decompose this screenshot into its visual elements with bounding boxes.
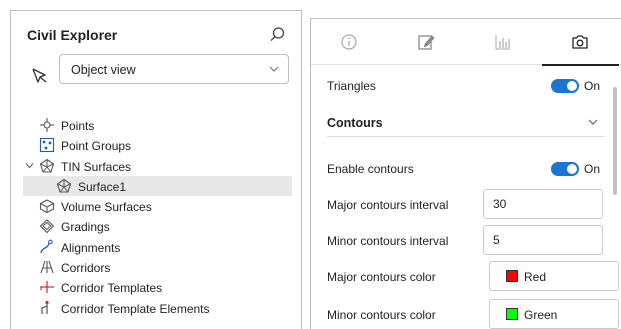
minor-color-picker[interactable]: Green (489, 299, 619, 329)
major-color-picker[interactable]: Red (489, 261, 619, 291)
minor-interval-label: Minor contours interval (327, 234, 449, 248)
tree-item-label: Volume Surfaces (61, 200, 152, 215)
tree-item[interactable]: Gradings (11, 216, 301, 236)
properties-panel: Triangles On Contours Enable contours On… (310, 18, 621, 329)
camera-icon (572, 35, 588, 49)
chevron-down-icon[interactable] (24, 160, 35, 171)
tab-info[interactable] (311, 19, 388, 65)
search-button[interactable] (267, 25, 287, 45)
view-mode-value: Object view (71, 63, 136, 77)
alignments-icon (40, 239, 53, 253)
tab-edit[interactable] (388, 19, 465, 65)
tree-item[interactable]: Points (11, 115, 301, 135)
color-swatch (506, 308, 518, 320)
edit-icon (418, 35, 435, 50)
major-color-label: Major contours color (327, 270, 436, 284)
surface-icon (56, 178, 72, 193)
search-icon (270, 27, 285, 41)
volume-surfaces-icon (39, 199, 55, 214)
tree-item-label: Corridor Templates (61, 281, 163, 296)
enable-contours-label: Enable contours (327, 162, 414, 176)
enable-contours-toggle[interactable] (551, 162, 579, 176)
tree-item[interactable]: Surface1 (23, 175, 292, 197)
tree-item[interactable]: Corridors (11, 257, 301, 277)
tree-item[interactable]: Corridor Template Elements (11, 298, 301, 318)
selection-cursor-icon[interactable] (31, 67, 49, 85)
tree-item[interactable]: Point Groups (11, 135, 301, 155)
tree-item-label: Points (61, 119, 95, 133)
tree-item[interactable]: Alignments (11, 237, 301, 257)
tab-statistics[interactable] (465, 19, 542, 65)
view-mode-select[interactable]: Object view (59, 54, 289, 84)
tree-item-label: Gradings (61, 220, 110, 235)
tab-display[interactable] (542, 19, 619, 66)
tree-item-label: Surface1 (78, 179, 127, 194)
major-color-name: Red (524, 270, 547, 284)
panel-title: Civil Explorer (27, 27, 118, 43)
corridor-template-elements-icon (41, 300, 49, 314)
triangles-label: Triangles (327, 79, 376, 93)
tree-item-label: TIN Surfaces (61, 159, 132, 174)
points-icon (40, 118, 54, 132)
tree-item[interactable]: TIN Surfaces (11, 156, 301, 176)
tree-item-label: Corridors (61, 261, 111, 276)
gradings-icon (39, 219, 55, 234)
triangles-toggle-text: On (584, 79, 601, 93)
tree-item[interactable]: Corridor Templates (11, 277, 301, 297)
civil-explorer-panel: Civil Explorer Object view Points Point G… (10, 10, 302, 329)
triangles-toggle[interactable] (551, 79, 579, 93)
corridors-icon (40, 260, 54, 274)
color-swatch (506, 270, 518, 282)
corridor-templates-icon (40, 281, 54, 294)
tree-item[interactable]: Volume Surfaces (11, 196, 301, 216)
bar-chart-icon (495, 35, 510, 50)
section-divider (327, 136, 605, 137)
minor-interval-input[interactable] (483, 225, 603, 255)
tree-item-label: Alignments (61, 240, 121, 255)
chevron-down-icon[interactable] (587, 116, 599, 128)
tin-surfaces-icon (39, 158, 55, 173)
minor-color-name: Green (524, 308, 558, 322)
tree-item-label: Corridor Template Elements (61, 301, 210, 316)
properties-tabs (311, 19, 621, 66)
enable-contours-toggle-text: On (584, 162, 601, 176)
minor-color-label: Minor contours color (327, 308, 436, 322)
chevron-down-icon (269, 66, 279, 72)
scrollbar-thumb[interactable] (613, 87, 617, 195)
tree-item-label: Point Groups (61, 139, 132, 154)
info-icon (341, 34, 357, 50)
major-interval-label: Major contours interval (327, 198, 449, 212)
major-interval-input[interactable] (483, 189, 603, 219)
point-groups-icon (39, 138, 55, 153)
contours-section-title: Contours (327, 116, 383, 130)
explorer-tree: Points Point Groups TIN Surfaces Surface1 Vo… (11, 115, 301, 318)
